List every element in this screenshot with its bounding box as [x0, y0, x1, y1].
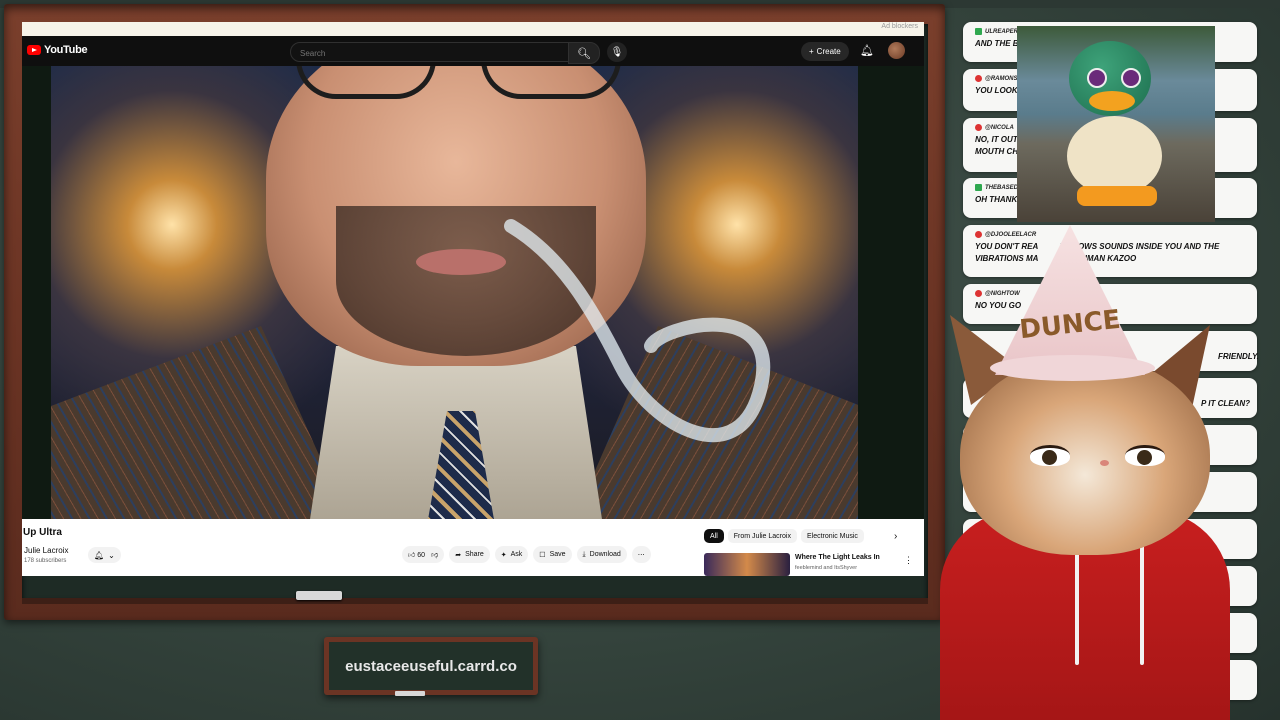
more-vertical-icon[interactable]: ⋮ — [904, 555, 913, 566]
ask-label: Ask — [510, 551, 523, 558]
bookmark-icon: ☐ — [539, 551, 546, 559]
vtuber-cat-avatar: DUNCE — [935, 215, 1235, 720]
lips — [416, 249, 506, 275]
jacket-left — [51, 326, 351, 519]
share-button[interactable]: ➦ Share — [449, 546, 490, 563]
notifications-bell-icon[interactable]: 🔔︎ — [860, 44, 874, 57]
chevron-right-icon[interactable]: › — [894, 531, 897, 542]
recommended-title[interactable]: Where The Light Leaks In — [795, 554, 880, 561]
platform-badge-icon — [975, 184, 982, 191]
glasses — [296, 66, 626, 104]
dunce-hat-brim — [990, 355, 1155, 381]
recommendation-chips: All From Julie Lacroix Electronic Music — [704, 529, 864, 543]
download-icon: ⤓ — [582, 550, 586, 558]
platform-badge-icon — [975, 124, 982, 131]
chevron-down-icon: ⌄ — [108, 550, 115, 560]
cat-head — [960, 355, 1210, 555]
youtube-logo-text: YouTube — [44, 44, 88, 56]
duck-beak — [1089, 91, 1135, 111]
save-button[interactable]: ☐ Save — [533, 546, 572, 563]
channel-name[interactable]: Julie Lacroix — [24, 546, 68, 555]
recommended-thumbnail[interactable] — [704, 553, 790, 576]
subscriber-count: 178 subscribers — [24, 558, 67, 564]
subscription-bell-button[interactable]: 🔔︎ ⌄ — [88, 547, 121, 563]
carrd-sign: eustaceeuseful.carrd.co — [324, 637, 538, 695]
search-box — [290, 42, 569, 63]
thumbs-up-icon: 👍︎ — [408, 552, 416, 559]
recommended-channel: feeblemind and ItsShyver — [795, 565, 858, 571]
video-player[interactable] — [22, 66, 924, 519]
youtube-header: YouTube 🔍︎ 🎙︎ + Create 🔔︎ — [22, 36, 924, 66]
search-input[interactable] — [291, 44, 540, 63]
share-label: Share — [465, 551, 484, 558]
video-actions: 👍︎ 60 👎︎ ➦ Share ✦ Ask ☐ Save ⤓ Download… — [402, 546, 651, 563]
account-avatar[interactable] — [888, 42, 905, 59]
search-button[interactable]: 🔍︎ — [568, 42, 600, 64]
duck-eye-right — [1121, 68, 1141, 88]
chip-all[interactable]: All — [704, 529, 724, 543]
chip-from-channel[interactable]: From Julie Lacroix — [727, 529, 797, 543]
chat-username: THEBASED — [975, 184, 1018, 191]
video-info-panel: Up Ultra Julie Lacroix 178 subscribers 🔔… — [22, 519, 924, 576]
chat-username: @NICOLA — [975, 124, 1014, 131]
dunce-hat — [995, 225, 1145, 375]
dislike-button[interactable]: 👎︎ — [431, 550, 438, 559]
sign-chalk — [395, 691, 425, 696]
more-horizontal-icon: ⋯ — [637, 551, 645, 559]
platform-badge-icon — [975, 28, 982, 35]
cat-nose — [1100, 460, 1109, 466]
duck-plush-body — [1067, 116, 1162, 196]
duck-eye-left — [1087, 68, 1107, 88]
microphone-icon: 🎙︎ — [610, 46, 624, 58]
hoodie-string-left — [1075, 545, 1079, 665]
video-title: Up Ultra — [23, 527, 62, 538]
platform-badge-icon — [975, 75, 982, 82]
create-button[interactable]: + Create — [801, 42, 849, 61]
youtube-window: Ad blockers YouTube 🔍︎ 🎙︎ + Create 🔔︎ — [22, 22, 924, 576]
download-label: Download — [589, 551, 621, 558]
browser-top-strip: Ad blockers — [22, 22, 924, 36]
voice-search-button[interactable]: 🎙︎ — [607, 42, 627, 62]
youtube-logo[interactable]: YouTube — [27, 44, 88, 56]
cat-eye-left — [1030, 445, 1070, 466]
ask-button[interactable]: ✦ Ask — [494, 546, 529, 563]
plastic-tube — [504, 219, 771, 443]
chat-username: ULREAPER — [975, 28, 1018, 35]
plus-icon: + — [809, 47, 814, 56]
sparkle-icon: ✦ — [500, 551, 507, 559]
chalk-eraser — [296, 591, 342, 600]
duck-camera-feed — [1017, 26, 1215, 222]
search-icon: 🔍︎ — [577, 47, 591, 60]
recommended-video[interactable]: Where The Light Leaks In feeblemind and … — [704, 553, 914, 576]
youtube-play-icon — [27, 45, 41, 55]
like-count: 60 — [417, 552, 426, 559]
like-dislike-group: 👍︎ 60 👎︎ — [402, 546, 445, 563]
duck-plush-feet — [1077, 186, 1157, 206]
hoodie-string-right — [1140, 545, 1144, 665]
download-button[interactable]: ⤓ Download — [576, 546, 627, 563]
share-icon: ➦ — [455, 551, 462, 559]
save-label: Save — [549, 551, 566, 558]
create-label: Create — [816, 47, 841, 56]
bell-icon: 🔔︎ — [94, 550, 105, 560]
video-frame — [51, 66, 858, 519]
more-actions-button[interactable]: ⋯ — [631, 546, 651, 563]
top-strip-hint: Ad blockers — [881, 23, 918, 30]
like-button[interactable]: 👍︎ 60 — [408, 550, 425, 559]
cat-eye-right — [1125, 445, 1165, 466]
thumbs-down-icon: 👎︎ — [431, 552, 439, 559]
chip-electronic-music[interactable]: Electronic Music — [800, 529, 864, 543]
chalk-ledge — [22, 598, 928, 604]
carrd-sign-text: eustaceeuseful.carrd.co — [329, 642, 533, 690]
chat-username: @RAMONS — [975, 75, 1018, 82]
